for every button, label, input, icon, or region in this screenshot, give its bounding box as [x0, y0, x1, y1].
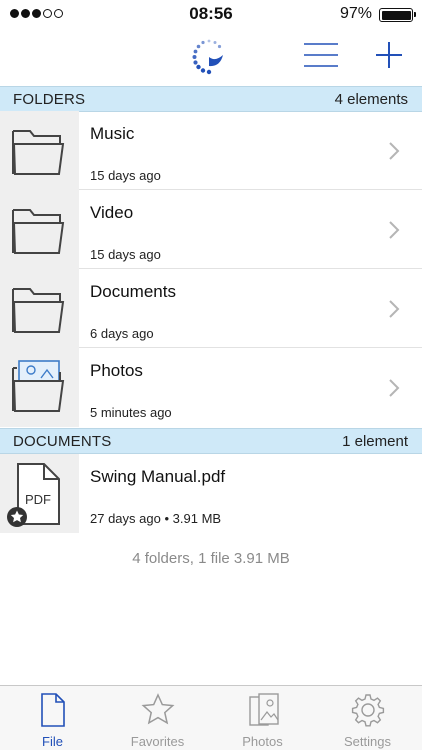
folder-row-music[interactable]: Music 15 days ago [0, 111, 422, 190]
documents-section-header: DOCUMENTS 1 element [0, 428, 422, 454]
tab-bar: File Favorites Photos Settings [0, 685, 422, 750]
chevron-right-icon [389, 300, 400, 318]
section-count: 4 elements [334, 91, 408, 108]
plus-icon[interactable] [372, 38, 406, 72]
storage-summary: 4 folders, 1 file 3.91 MB [132, 550, 290, 567]
tab-settings[interactable]: Settings [315, 686, 420, 750]
photos-icon [249, 693, 279, 726]
tab-label: Settings [344, 734, 391, 749]
folder-thumbnail [0, 111, 79, 190]
meta-separator: • [164, 511, 170, 526]
folder-thumbnail [0, 269, 79, 348]
photos-folder-icon [12, 360, 65, 412]
folder-icon [12, 130, 65, 175]
folder-modified: 5 minutes ago [90, 405, 172, 420]
tab-label: Favorites [130, 734, 185, 749]
document-thumbnail: PDF [0, 454, 79, 533]
gear-icon [351, 694, 385, 727]
pdf-badge-label: PDF [25, 492, 51, 507]
battery-percentage: 97% [339, 5, 372, 22]
folder-icon [12, 288, 65, 333]
section-title: FOLDERS [13, 91, 86, 108]
folder-name: Documents [90, 282, 176, 301]
chevron-right-icon [389, 221, 400, 239]
navigation-bar [0, 28, 422, 86]
folder-name: Music [90, 124, 135, 143]
section-title: DOCUMENTS [13, 433, 112, 450]
document-name: Swing Manual.pdf [90, 467, 226, 486]
folder-icon [12, 209, 65, 254]
folder-name: Video [90, 203, 134, 222]
section-count: 1 element [342, 433, 408, 450]
tab-label: File [42, 734, 63, 749]
tab-label: Photos [242, 734, 283, 749]
document-meta: 27 days ago • 3.91 MB [90, 511, 221, 526]
document-modified: 27 days ago [90, 511, 161, 526]
chevron-right-icon [389, 142, 400, 160]
folder-modified: 6 days ago [90, 326, 154, 341]
status-bar: 08:56 97% [0, 0, 422, 28]
document-row-swing-manual[interactable]: PDF Swing Manual.pdf 27 days ago • 3.91 … [0, 454, 422, 533]
folder-modified: 15 days ago [90, 168, 161, 183]
folder-row-video[interactable]: Video 15 days ago [0, 190, 422, 269]
tab-photos[interactable]: Photos [210, 686, 315, 750]
folders-section-header: FOLDERS 4 elements [0, 86, 422, 112]
file-icon [41, 693, 65, 727]
folder-thumbnail [0, 190, 79, 269]
folder-name: Photos [90, 361, 143, 380]
tab-file[interactable]: File [0, 686, 105, 750]
tab-favorites[interactable]: Favorites [105, 686, 210, 750]
app-logo-icon[interactable] [190, 37, 228, 75]
document-size: 3.91 MB [172, 511, 222, 526]
folder-row-documents[interactable]: Documents 6 days ago [0, 269, 422, 348]
hamburger-menu-icon[interactable] [302, 40, 340, 70]
folder-modified: 15 days ago [90, 247, 161, 262]
battery-icon [379, 8, 416, 22]
pdf-file-icon: PDF [7, 463, 60, 527]
chevron-right-icon [389, 379, 400, 397]
star-icon [141, 693, 175, 725]
folder-thumbnail [0, 348, 79, 427]
folder-row-photos[interactable]: Photos 5 minutes ago [0, 348, 422, 427]
